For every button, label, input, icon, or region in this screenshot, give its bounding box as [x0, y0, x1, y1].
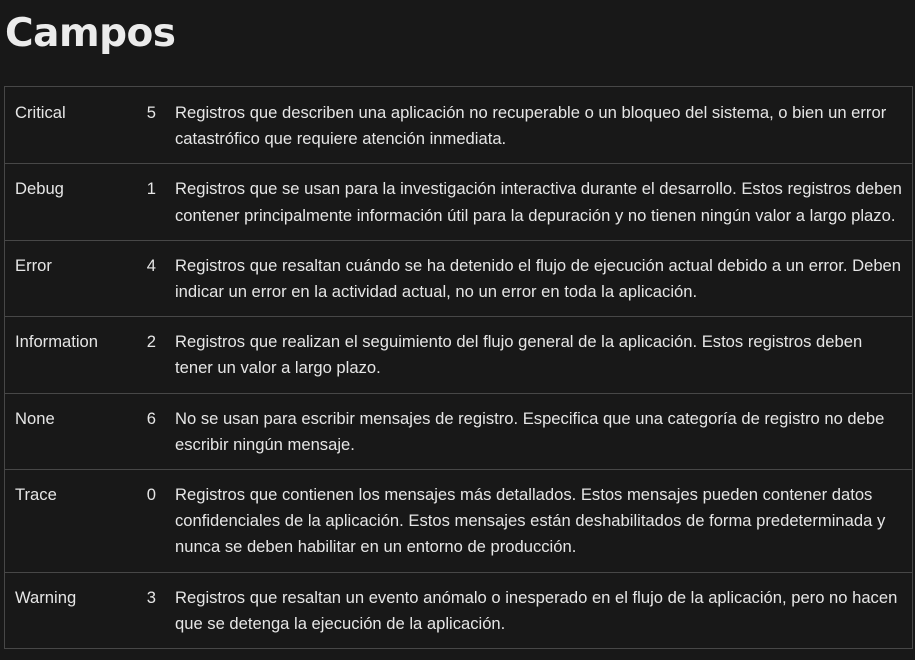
field-value: 5 — [126, 85, 165, 165]
table-row: Debug 1 Registros que se usan para la in… — [4, 163, 913, 241]
field-description: Registros que describen una aplicación n… — [165, 85, 913, 165]
field-description: Registros que contienen los mensajes más… — [165, 469, 913, 573]
field-description: Registros que resaltan cuándo se ha dete… — [165, 239, 913, 318]
table-row: Warning 3 Registros que resaltan un even… — [4, 571, 913, 650]
field-name: None — [4, 392, 126, 471]
field-name: Critical — [4, 85, 126, 165]
table-row: Error 4 Registros que resaltan cuándo se… — [4, 239, 913, 318]
field-value: 2 — [126, 316, 165, 394]
page-title: Campos — [5, 11, 176, 56]
field-value: 1 — [126, 163, 165, 241]
field-name: Debug — [4, 163, 126, 241]
field-name: Warning — [4, 571, 126, 650]
table-row: Critical 5 Registros que describen una a… — [4, 85, 913, 165]
field-name: Error — [4, 239, 126, 318]
field-value: 6 — [126, 392, 165, 471]
table-row: Trace 0 Registros que contienen los mens… — [4, 469, 913, 573]
field-name: Trace — [4, 469, 126, 573]
field-description: Registros que realizan el seguimiento de… — [165, 316, 913, 394]
table-row: None 6 No se usan para escribir mensajes… — [4, 392, 913, 471]
field-description: Registros que se usan para la investigac… — [165, 163, 913, 241]
field-value: 4 — [126, 239, 165, 318]
field-description: Registros que resaltan un evento anómalo… — [165, 571, 913, 650]
field-value: 3 — [126, 571, 165, 650]
field-name: Information — [4, 316, 126, 394]
field-value: 0 — [126, 469, 165, 573]
fields-table: Critical 5 Registros que describen una a… — [4, 85, 913, 650]
field-description: No se usan para escribir mensajes de reg… — [165, 392, 913, 471]
table-row: Information 2 Registros que realizan el … — [4, 316, 913, 394]
